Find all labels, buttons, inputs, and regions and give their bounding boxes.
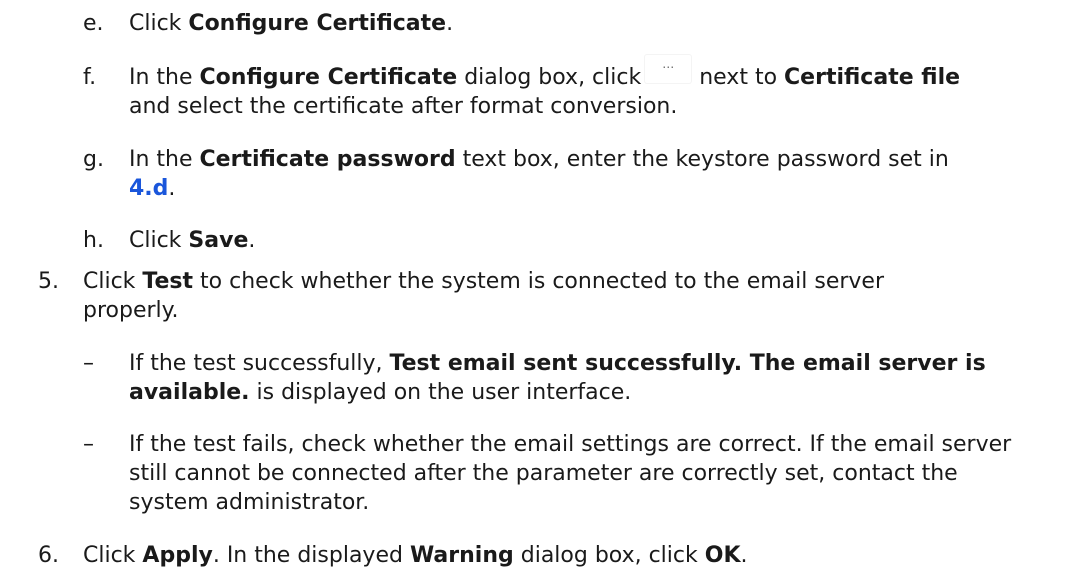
ellipsis-icon: … bbox=[662, 57, 675, 71]
ui-term: Certificate file bbox=[784, 65, 961, 90]
step-text: Click Apply. In the displayed Warning di… bbox=[83, 543, 748, 568]
step-marker: h. bbox=[83, 228, 104, 253]
ui-term: Warning bbox=[409, 543, 514, 568]
step-text: Click Configure Certificate. bbox=[129, 11, 454, 36]
step-marker: 6. bbox=[38, 543, 59, 568]
ui-term: Test bbox=[142, 269, 194, 294]
step-marker: 5. bbox=[38, 269, 59, 294]
ui-term: Certificate password bbox=[199, 147, 456, 172]
step-marker: e. bbox=[83, 11, 104, 36]
step-e: e. Click Configure Certificate. bbox=[83, 9, 1043, 39]
dash-marker: – bbox=[83, 432, 94, 457]
document-page: e. Click Configure Certificate. f. In th… bbox=[0, 0, 1074, 585]
step-f: f. In the Configure Certificate dialog b… bbox=[83, 55, 1073, 123]
step-5: 5. Click Test to check whether the syste… bbox=[38, 267, 1038, 327]
step-g: g. In the Certificate password text box,… bbox=[83, 145, 1043, 205]
step-text: In the Certificate password text box, en… bbox=[129, 147, 949, 201]
step-text: Click Test to check whether the system i… bbox=[83, 269, 885, 323]
step-h: h. Click Save. bbox=[83, 226, 1043, 256]
list-item: – If the test successfully, Test email s… bbox=[83, 349, 1043, 409]
bullet-text: If the test fails, check whether the ema… bbox=[129, 432, 1012, 515]
ui-term: Apply bbox=[142, 543, 213, 568]
step-text: In the Configure Certificate dialog box,… bbox=[129, 55, 961, 119]
cross-reference-link[interactable]: 4.d bbox=[129, 176, 168, 201]
step-text: Click Save. bbox=[129, 228, 256, 253]
ui-term: Configure Certificate bbox=[199, 65, 458, 90]
ui-term: Configure Certificate bbox=[188, 11, 447, 36]
step-marker: g. bbox=[83, 147, 104, 172]
step-6: 6. Click Apply. In the displayed Warning… bbox=[38, 541, 1038, 571]
ui-term: Save bbox=[188, 228, 249, 253]
dash-marker: – bbox=[83, 351, 94, 376]
bullet-text: If the test successfully, Test email sen… bbox=[129, 351, 986, 405]
list-item: – If the test fails, check whether the e… bbox=[83, 430, 1043, 520]
browse-button[interactable]: … bbox=[645, 55, 692, 83]
step-marker: f. bbox=[83, 65, 97, 90]
ui-term: OK bbox=[704, 543, 741, 568]
